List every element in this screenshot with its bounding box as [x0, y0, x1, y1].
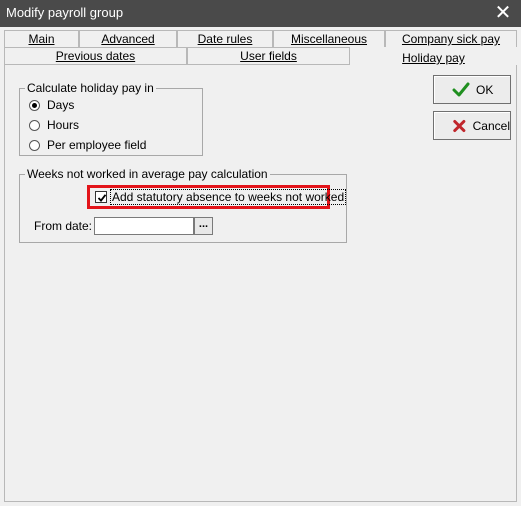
cancel-label: Cancel — [472, 118, 510, 133]
checkbox-checked-icon — [95, 191, 107, 203]
cancel-button[interactable]: Cancel — [433, 111, 511, 140]
radio-hours[interactable]: Hours — [29, 117, 79, 133]
statutory-absence-checkbox[interactable]: Add statutory absence to weeks not worke… — [95, 189, 347, 205]
title-bar[interactable]: Modify payroll group ✕ — [0, 0, 521, 27]
radio-per-employee-field[interactable]: Per employee field — [29, 137, 146, 153]
tab-company-sick-pay[interactable]: Company sick pay — [385, 30, 517, 47]
tab-holiday-pay[interactable]: Holiday pay — [350, 47, 517, 67]
ok-label: OK — [476, 82, 494, 97]
tab-main[interactable]: Main — [4, 30, 79, 47]
radio-unselected-icon — [29, 119, 40, 131]
window-title: Modify payroll group — [6, 5, 124, 20]
checkmark-icon — [452, 82, 470, 96]
ok-button[interactable]: OK — [433, 75, 511, 104]
checkbox-label: Add statutory absence to weeks not worke… — [110, 189, 347, 205]
dialog-window: Modify payroll group ✕ Main Advanced Dat… — [0, 0, 521, 506]
radio-days[interactable]: Days — [29, 97, 74, 113]
tab-previous-dates[interactable]: Previous dates — [4, 47, 187, 64]
tab-date-rules[interactable]: Date rules — [177, 30, 273, 47]
tab-user-fields[interactable]: User fields — [187, 47, 350, 64]
from-date-label: From date: — [34, 219, 93, 233]
weeks-not-worked-legend: Weeks not worked in average pay calculat… — [25, 167, 270, 181]
cross-icon — [453, 119, 466, 132]
date-picker-button[interactable]: ... — [194, 217, 213, 235]
close-icon[interactable]: ✕ — [485, 0, 521, 27]
from-date-input[interactable] — [94, 217, 194, 235]
radio-unselected-icon — [29, 139, 40, 151]
tab-advanced[interactable]: Advanced — [79, 30, 177, 47]
radio-selected-icon — [29, 99, 40, 111]
holiday-pay-legend: Calculate holiday pay in — [25, 81, 156, 95]
tab-miscellaneous[interactable]: Miscellaneous — [273, 30, 385, 47]
